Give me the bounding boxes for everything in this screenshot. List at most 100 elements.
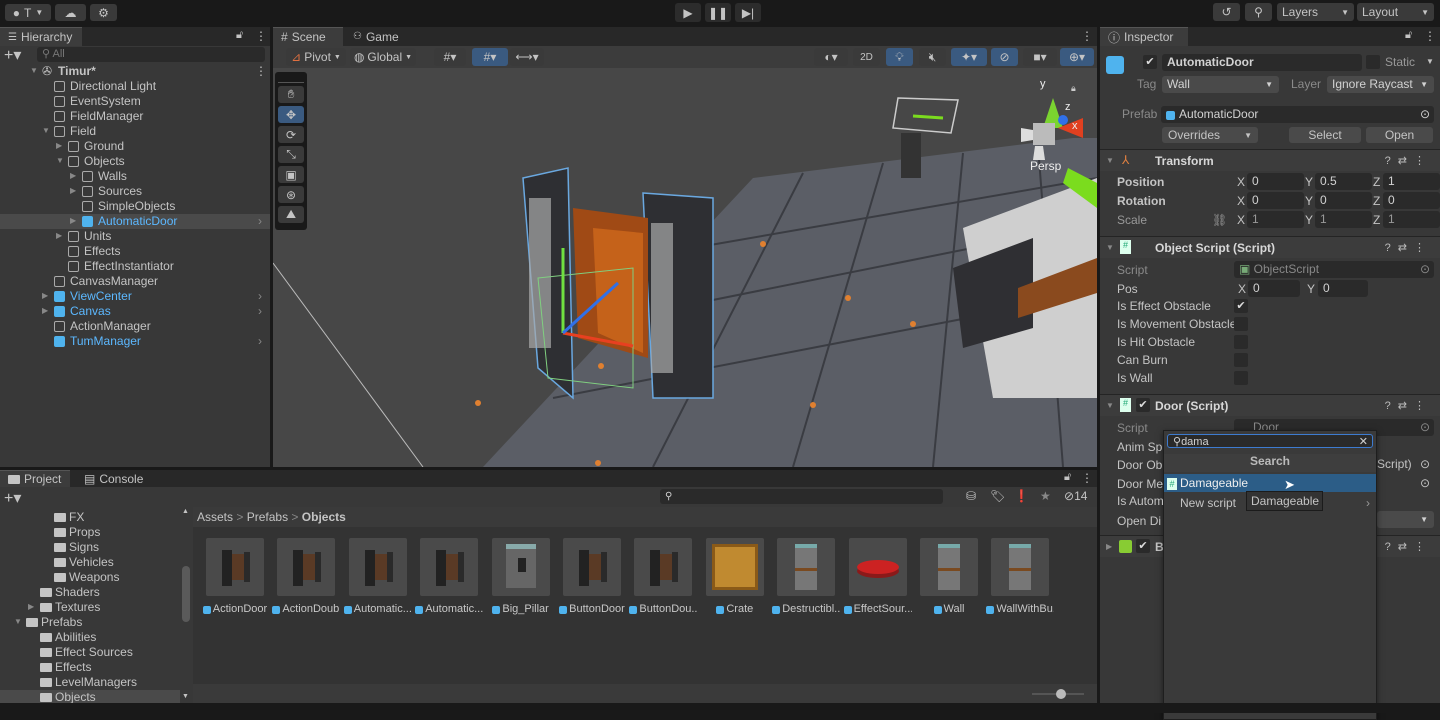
create-button[interactable]: +▾ [4, 488, 21, 508]
foldout-arrow[interactable]: ▼ [1106, 401, 1114, 410]
folder-item[interactable]: Weapons [0, 570, 180, 585]
breadcrumb-objects[interactable]: Objects [302, 510, 346, 524]
global-dropdown[interactable]: ◍ Global ▼ [350, 48, 416, 66]
more-icon[interactable]: ⋮ [1081, 29, 1093, 43]
grid-snap-button[interactable]: #▾ [472, 48, 508, 66]
scale-y-input[interactable]: 1 [1315, 211, 1372, 228]
hierarchy-item[interactable]: ▶ ViewCenter › [0, 289, 270, 304]
tab-inspector[interactable]: ⓘ Inspector [1100, 27, 1188, 46]
component-header-icons[interactable]: ?⇄⋮ [1385, 241, 1432, 254]
camera-dropdown[interactable]: ■▾ [1023, 48, 1057, 66]
open-prefab-chevron-icon[interactable]: › [258, 289, 262, 303]
pivot-dropdown[interactable]: ⊿ Pivot ▼ [286, 48, 346, 66]
scene-viewport[interactable]: y z x Persp 🔒︎ [273, 68, 1097, 467]
pos-x-input[interactable]: 0 [1248, 280, 1300, 297]
rotation-x-input[interactable]: 0 [1247, 192, 1304, 209]
palette-grip[interactable] [278, 75, 304, 83]
open-prefab-chevron-icon[interactable]: › [258, 304, 262, 318]
hierarchy-item[interactable]: TumManager › [0, 334, 270, 349]
enabled-checkbox[interactable]: ✔ [1136, 539, 1150, 553]
target-icon[interactable]: ⊙ [1420, 106, 1430, 123]
foldout-arrow[interactable]: ▼ [1106, 243, 1114, 252]
rotate-tool[interactable]: ⟳ [278, 126, 304, 143]
expanded-arrow-icon[interactable]: ▼ [56, 156, 64, 165]
hierarchy-item[interactable]: CanvasManager [0, 274, 270, 289]
more-icon[interactable]: ⋮ [255, 29, 267, 43]
cloud-button[interactable]: ☁ [55, 4, 86, 21]
foldout-arrow[interactable]: ▼ [1106, 156, 1114, 165]
open-direction-dropdown[interactable]: ▼ [1377, 511, 1434, 528]
grid-visibility-button[interactable]: #▾ [434, 48, 466, 66]
hierarchy-item[interactable]: ▶ Walls [0, 169, 270, 184]
tab-scene[interactable]: # Scene [273, 27, 343, 46]
pause-button[interactable]: ❚❚ [705, 3, 731, 22]
asset-item[interactable]: Crate [701, 538, 769, 615]
hierarchy-item[interactable]: ▶ Sources [0, 184, 270, 199]
hierarchy-search-input[interactable]: ⚲ All [37, 47, 265, 62]
expanded-arrow-icon[interactable]: ▼ [30, 66, 38, 75]
folder-tree-scrollbar[interactable]: ▲ ▼ [181, 508, 191, 700]
scale-z-input[interactable]: 1 [1383, 211, 1440, 228]
folder-item[interactable]: Effect Sources [0, 645, 180, 660]
hierarchy-item[interactable]: ▼ ✇ Timur* ⋮ [0, 64, 270, 79]
result-item-damageable[interactable]: # Damageable [1164, 474, 1376, 492]
custom-tool[interactable]: ⛰︎ [278, 206, 304, 223]
hierarchy-item[interactable]: EventSystem [0, 94, 270, 109]
move-tool[interactable]: ✥ [278, 106, 304, 123]
object-name-input[interactable]: AutomaticDoor [1162, 54, 1362, 71]
component-header-icons[interactable]: ?⇄⋮ [1385, 154, 1432, 167]
hierarchy-item[interactable]: ▼ Field [0, 124, 270, 139]
folder-item[interactable]: Effects [0, 660, 180, 675]
component-header-icons[interactable]: ?⇄⋮ [1385, 399, 1432, 412]
overrides-dropdown[interactable]: Overrides ▼ [1162, 127, 1258, 143]
static-dropdown[interactable]: ▼ [1426, 57, 1434, 66]
search-by-type-icon[interactable]: ⛁ [966, 489, 976, 503]
hierarchy-item[interactable]: ▶ AutomaticDoor › [0, 214, 270, 229]
clear-icon[interactable]: ✕ [1359, 435, 1368, 447]
hierarchy-item[interactable]: SimpleObjects [0, 199, 270, 214]
scale-tool[interactable]: ⤡ [278, 146, 304, 163]
tab-game[interactable]: ⚇ Game [345, 27, 407, 46]
hierarchy-item[interactable]: ▶ Canvas › [0, 304, 270, 319]
collapsed-arrow-icon[interactable]: ▶ [42, 291, 48, 300]
transform-header[interactable]: ▼ ⅄ Transform ?⇄⋮ [1100, 149, 1440, 171]
position-z-input[interactable]: 1 [1383, 173, 1440, 190]
icon-size-slider[interactable] [1032, 689, 1084, 699]
more-icon[interactable]: ⋮ [255, 64, 267, 78]
target-icon[interactable]: ⊙ [1420, 261, 1430, 278]
position-y-input[interactable]: 0.5 [1315, 173, 1372, 190]
collapsed-arrow-icon[interactable]: ▶ [56, 141, 62, 150]
hierarchy-item[interactable]: Directional Light [0, 79, 270, 94]
rect-tool[interactable]: ▣ [278, 166, 304, 183]
component-search-input[interactable]: ⚲dama ✕ [1167, 434, 1373, 448]
asset-item[interactable]: ActionDoor [201, 538, 269, 615]
hierarchy-item[interactable]: EffectInstantiator [0, 259, 270, 274]
draw-mode-button[interactable]: ◐▾ [814, 48, 848, 66]
history-button[interactable]: ↺ [1213, 3, 1240, 21]
rotation-y-input[interactable]: 0 [1315, 192, 1372, 209]
target-icon[interactable]: ⊙ [1420, 419, 1430, 436]
foldout-arrow[interactable]: ▶ [1106, 542, 1112, 551]
constrain-proportions-icon[interactable]: ⛓ [1212, 213, 1227, 227]
folder-item[interactable]: Props [0, 525, 180, 540]
effects-dropdown[interactable]: ✦▾ [951, 48, 987, 66]
lock-icon[interactable]: 🔓︎ [1064, 471, 1071, 484]
target-icon[interactable]: ⊙ [1420, 476, 1430, 490]
expanded-arrow-icon[interactable]: ▼ [42, 126, 50, 135]
collapsed-arrow-icon[interactable]: ▶ [70, 216, 76, 225]
folder-item[interactable]: ▼ Prefabs [0, 615, 180, 630]
collapsed-arrow-icon[interactable]: ▶ [70, 171, 76, 180]
hierarchy-item[interactable]: ▼ Objects [0, 154, 270, 169]
tab-hierarchy[interactable]: ☰ Hierarchy [0, 27, 82, 46]
asset-item[interactable]: Wall [915, 538, 983, 615]
open-prefab-chevron-icon[interactable]: › [258, 214, 262, 228]
hidden-objects-toggle[interactable]: ⊘ [991, 48, 1018, 66]
label-icon[interactable]: 🏷︎ [990, 489, 1005, 503]
scroll-up-icon[interactable]: ▲ [182, 508, 189, 515]
hierarchy-item[interactable]: FieldManager [0, 109, 270, 124]
hand-tool[interactable]: ✋︎ [278, 86, 304, 103]
collapsed-arrow-icon[interactable]: ▶ [56, 231, 62, 240]
asset-item[interactable]: ActionDoub... [272, 538, 340, 615]
pos-y-input[interactable]: 0 [1318, 280, 1368, 297]
lock-icon[interactable]: 🔓︎ [1405, 29, 1412, 42]
